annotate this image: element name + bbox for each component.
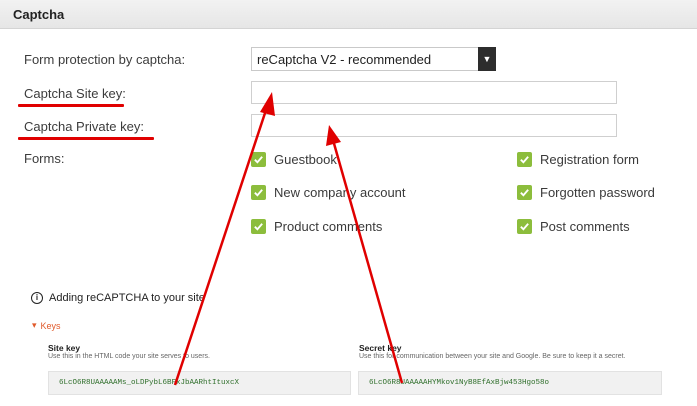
forms-label: Forms: (24, 151, 65, 166)
checkbox-new-company-account[interactable]: New company account (251, 185, 406, 200)
secret-key-desc: Use this for communication between your … (359, 353, 626, 360)
info-icon: i (31, 292, 43, 304)
secret-key-title: Secret key (359, 343, 402, 353)
checkbox-forgotten-password[interactable]: Forgotten password (517, 185, 655, 200)
site-key-desc: Use this in the HTML code your site serv… (48, 353, 210, 360)
site-key-value: 6LcO6R8UAAAAAMs_oLDPybL6BFxJbAARhtItuxcX (59, 379, 240, 387)
keys-toggle-label: Keys (40, 320, 61, 331)
checkbox-registration-form[interactable]: Registration form (517, 152, 639, 167)
recaptcha-info: i Adding reCAPTCHA to your site (31, 292, 205, 304)
captcha-type-value: reCaptcha V2 - recommended (257, 52, 432, 67)
captcha-type-select[interactable]: reCaptcha V2 - recommended ▼ (251, 47, 496, 71)
site-key-label: Captcha Site key: (24, 86, 126, 101)
checkbox-label: Product comments (274, 219, 383, 234)
annotation-underline-site-key (18, 104, 124, 107)
site-key-input[interactable] (251, 81, 617, 104)
private-key-label: Captcha Private key: (24, 119, 144, 134)
checkmark-icon (251, 185, 266, 200)
checkbox-label: Forgotten password (540, 185, 655, 200)
keys-toggle[interactable]: ▾ Keys (32, 320, 61, 331)
secret-key-value: 6LcO6R8UAAAAAHYMkov1NyB8EfAxBjw453Hgo58o (369, 379, 550, 387)
section-title: Captcha (13, 7, 65, 22)
caret-down-icon: ▾ (32, 320, 37, 330)
site-key-title: Site key (48, 343, 81, 353)
checkbox-product-comments[interactable]: Product comments (251, 219, 382, 234)
checkbox-label: Registration form (540, 152, 639, 167)
checkmark-icon (251, 152, 266, 167)
checkbox-post-comments[interactable]: Post comments (517, 219, 630, 234)
private-key-input[interactable] (251, 114, 617, 137)
protection-label: Form protection by captcha: (24, 52, 186, 67)
checkbox-label: New company account (274, 185, 406, 200)
site-key-box[interactable]: 6LcO6R8UAAAAAMs_oLDPybL6BFxJbAARhtItuxcX (48, 371, 351, 395)
checkbox-label: Guestbook (274, 152, 337, 167)
checkmark-icon (517, 152, 532, 167)
section-header: Captcha (0, 0, 697, 29)
info-text: Adding reCAPTCHA to your site (49, 292, 205, 304)
chevron-down-icon[interactable]: ▼ (478, 47, 496, 71)
checkbox-label: Post comments (540, 219, 630, 234)
checkbox-guestbook[interactable]: Guestbook (251, 152, 337, 167)
checkmark-icon (517, 185, 532, 200)
checkmark-icon (251, 219, 266, 234)
checkmark-icon (517, 219, 532, 234)
secret-key-box[interactable]: 6LcO6R8UAAAAAHYMkov1NyB8EfAxBjw453Hgo58o (358, 371, 662, 395)
annotation-underline-private-key (18, 137, 154, 140)
